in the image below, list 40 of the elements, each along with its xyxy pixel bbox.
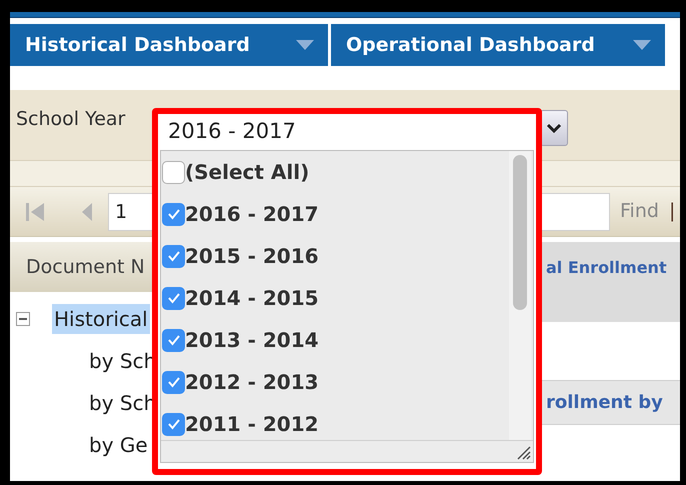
previous-page-icon[interactable] — [80, 200, 94, 222]
dropdown-button[interactable] — [540, 110, 568, 146]
first-page-icon[interactable] — [24, 200, 46, 222]
option-label[interactable]: 2015 - 2016 — [185, 243, 319, 269]
checkbox[interactable] — [162, 160, 185, 184]
option-label[interactable]: (Select All) — [185, 159, 310, 185]
checkbox[interactable] — [162, 412, 185, 436]
checkbox[interactable] — [162, 202, 185, 226]
column-header[interactable]: Document N — [26, 252, 145, 282]
checkbox[interactable] — [162, 328, 185, 352]
tree-item[interactable]: by Ge — [89, 430, 148, 460]
option-label[interactable]: 2011 - 2012 — [185, 411, 319, 437]
resize-grip-icon[interactable] — [515, 444, 531, 460]
checkmark-icon — [166, 334, 180, 346]
checkmark-icon — [166, 208, 180, 220]
field-label: School Year — [16, 107, 126, 132]
checkmark-icon — [166, 376, 180, 388]
section-heading: rollment by — [546, 391, 663, 415]
checkmark-icon — [166, 250, 180, 262]
caret-down-icon — [296, 40, 314, 50]
checkmark-icon — [166, 418, 180, 430]
page-number-field[interactable]: 1 — [108, 192, 154, 230]
scrollbar-thumb[interactable] — [513, 155, 527, 310]
chevron-down-icon — [546, 123, 562, 133]
checkbox[interactable] — [162, 370, 185, 394]
caret-down-icon — [633, 40, 651, 50]
separator: | — [668, 199, 676, 224]
dashboard-tab[interactable]: Historical Dashboard — [10, 24, 328, 66]
checkbox[interactable] — [162, 286, 185, 310]
column-header[interactable]: al Enrollment — [546, 258, 667, 277]
option-label[interactable]: 2012 - 2013 — [185, 369, 319, 395]
dashboard-tab[interactable]: Operational Dashboard — [331, 24, 665, 66]
checkbox[interactable] — [162, 244, 185, 268]
collapse-icon[interactable] — [16, 312, 30, 326]
tree-item[interactable]: Historical — [52, 304, 150, 334]
option-label[interactable]: 2014 - 2015 — [185, 285, 319, 311]
checkmark-icon — [166, 292, 180, 304]
school-year-field[interactable]: 2016 - 2017 — [158, 114, 536, 150]
option-label[interactable]: 2016 - 2017 — [185, 201, 319, 227]
option-label[interactable]: 2013 - 2014 — [185, 327, 319, 353]
